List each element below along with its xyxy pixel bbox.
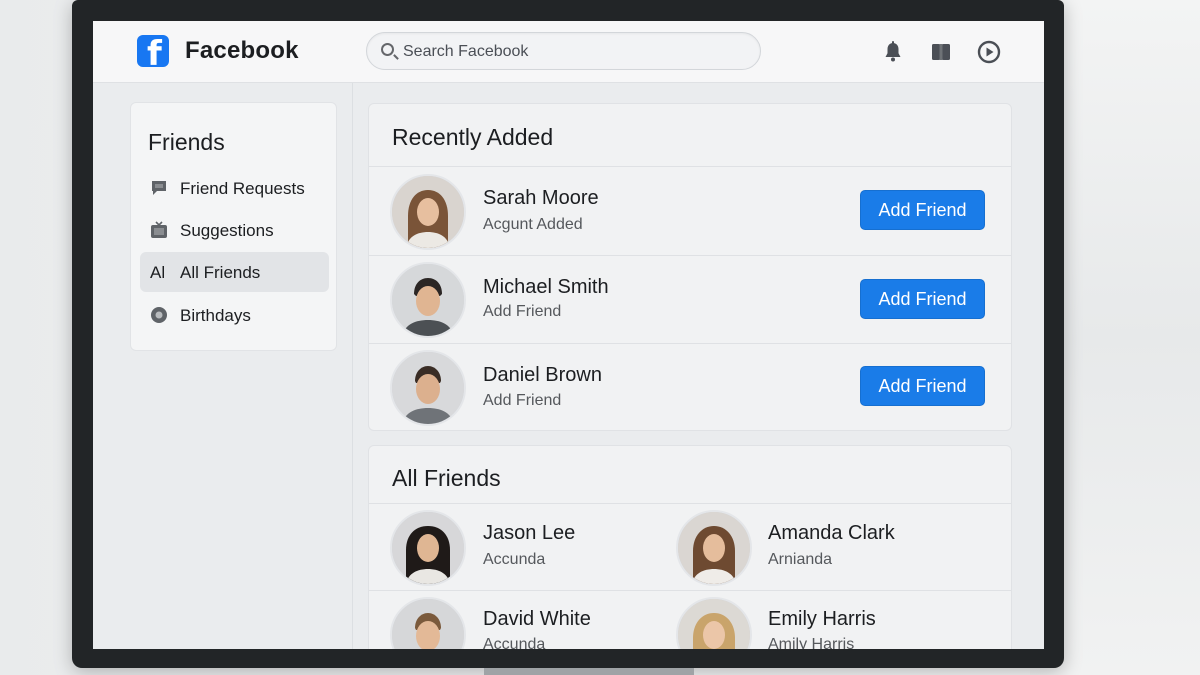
add-friend-button[interactable]: Add Friend [860,190,985,230]
avatar[interactable] [390,597,466,649]
monitor-frame: f Facebook Friends [72,0,1064,668]
person-subtitle: Add Friend [483,392,562,409]
circle-icon [151,307,167,323]
section-title: All Friends [392,465,501,491]
person-subtitle: Add Friend [483,303,562,320]
person-name[interactable]: Emily Harris [768,608,876,631]
row-divider [369,503,1011,504]
search-icon [381,43,394,56]
tv-icon [151,221,167,238]
monitor-stand [484,668,694,675]
all-friends-card: All Friends Jason Lee Accunda Amanda Cla… [368,445,1012,649]
row-divider [369,590,1011,591]
row-divider [369,166,1011,167]
sidebar-item-birthdays[interactable]: Birthdays [140,295,329,335]
avatar[interactable] [390,510,466,586]
facebook-logo-icon[interactable]: f [137,35,169,67]
all-friends-icon-text: Al [150,263,166,282]
person-subtitle: Amily Harris [768,636,855,649]
book-icon[interactable] [929,40,953,64]
person-name[interactable]: Amanda Clark [768,522,895,545]
sidebar-item-label: Friend Requests [180,179,305,198]
sidebar-item-friend-requests[interactable]: Friend Requests [140,168,329,208]
sidebar-title: Friends [148,129,225,155]
sidebar-item-all-friends[interactable]: Al All Friends [140,252,329,292]
avatar[interactable] [676,510,752,586]
screen: f Facebook Friends [93,21,1044,649]
avatar[interactable] [390,174,466,250]
add-friend-button[interactable]: Add Friend [860,279,985,319]
person-subtitle: Accunda [483,551,546,568]
person-subtitle: Arnianda [768,551,833,568]
play-icon[interactable] [977,40,1001,64]
avatar[interactable] [390,350,466,426]
person-subtitle: Accunda [483,636,546,649]
bell-icon[interactable] [881,40,905,64]
add-friend-button[interactable]: Add Friend [860,366,985,406]
sidebar-item-label: All Friends [180,263,261,282]
person-name[interactable]: Sarah Moore [483,187,599,210]
person-name[interactable]: Daniel Brown [483,364,602,387]
sidebar-item-suggestions[interactable]: Suggestions [140,210,329,250]
recently-added-card: Recently Added Sarah Moore Acgunt Added … [368,103,1012,431]
top-bar: f Facebook [93,21,1044,83]
sidebar-item-label: Birthdays [180,306,251,325]
avatar[interactable] [676,597,752,649]
row-divider [369,343,1011,344]
section-title: Recently Added [392,124,554,150]
search-input[interactable] [403,41,743,63]
avatar[interactable] [390,262,466,338]
person-name[interactable]: Jason Lee [483,522,575,545]
person-name[interactable]: David White [483,608,591,631]
friends-sidebar: Friends Friend Requests Suggestions Al A… [130,102,337,351]
brand-name: Facebook [185,37,299,64]
column-divider [352,83,353,649]
search-box[interactable] [366,32,761,70]
person-name[interactable]: Michael Smith [483,276,609,299]
sidebar-item-label: Suggestions [180,221,274,240]
chat-bubble-icon [152,181,166,195]
person-subtitle: Acgunt Added [483,216,583,233]
row-divider [369,255,1011,256]
